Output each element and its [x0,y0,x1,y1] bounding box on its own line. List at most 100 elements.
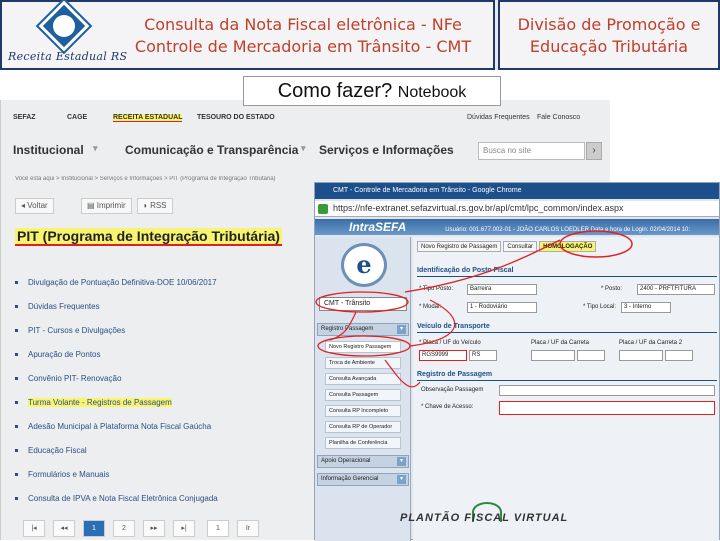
slide-header: Receita Estadual RS Consulta da Nota Fis… [0,0,720,70]
how-to-sub: Notebook [397,84,467,101]
menu-header-informacao[interactable]: Informação Gerencial ▾ [317,473,409,486]
section-veiculo: Veículo de Transporte [417,323,717,333]
logo-text: Receita Estadual RS [8,50,128,63]
list-item[interactable]: Dúvidas Frequentes [15,302,100,316]
menu-header-registro[interactable]: Registro Passagem ▾ [317,323,409,336]
list-item[interactable]: Educação Fiscal [15,446,87,460]
obs-input[interactable] [499,385,715,396]
lock-icon [318,204,328,214]
division-title: Divisão de Promoção e Educação Tributári… [500,14,718,58]
posto-label: * Posto: [601,286,623,292]
modal-select[interactable]: 1 - Rodoviário [467,302,537,313]
topnav-fale-conosco[interactable]: Fale Conosco [537,114,580,121]
list-item-turma-volante[interactable]: Turma Volante - Registros de Passagem [15,398,172,412]
plantao-fiscal-footer: PLANTÃO FISCAL VIRTUAL [400,502,585,536]
next-page-button[interactable]: ▸▸ [143,520,165,537]
list-item[interactable]: Divulgação de Pontuação Definitiva-DOE 1… [15,278,217,292]
nav-servicos[interactable]: Serviços e Informações [319,143,454,157]
list-item[interactable]: Consulta de IPVA e Nota Fiscal Eletrônic… [15,494,218,508]
posto-select[interactable]: 2400 - PRFTFITURA [637,284,715,295]
form-area: Novo Registro de Passagem Consultar HOMOLO… [413,237,719,541]
page-title: PIT (Programa de Integração Tributária) [15,228,282,246]
menu-item-consulta-passagem[interactable]: Consulta Passagem [325,389,401,401]
go-button[interactable]: Ir [237,520,259,537]
how-to-text: Como fazer? [277,80,393,102]
tab-novo-registro[interactable]: Novo Registro de Passagem [417,241,502,252]
chave-acesso-input[interactable] [499,401,715,415]
menu-header-apoio[interactable]: Apoio Operacional ▾ [317,455,409,468]
placa-carreta-label: Placa / UF da Carreta [531,340,590,346]
slide-title: Consulta da Nota Fiscal eletrônica - NFe… [114,14,492,58]
address-bar[interactable]: https://nfe-extranet.sefazvirtual.rs.gov… [315,201,719,217]
print-button[interactable]: ▤ Imprimir [81,198,132,214]
placa-carreta2-label: Placa / UF da Carreta 2 [619,340,683,346]
obs-label: Observação Passagem [421,387,484,393]
page-2-button[interactable]: 2 [113,520,135,537]
header-right-box: Divisão de Promoção e Educação Tributári… [498,0,720,70]
session-info: Usuário: 001.677.002-01 - JOÃO CARLOS LO… [445,227,691,233]
how-to-box: Como fazer? Notebook [243,76,501,106]
intrasefa-brand: IntraSEFA [349,220,406,234]
back-button[interactable]: ◂ Voltar [15,198,54,214]
window-title: CMT - Controle de Mercadoria em Trânsito… [315,183,719,199]
uf-select[interactable]: RS [469,350,497,361]
header-left-box: Receita Estadual RS Consulta da Nota Fis… [0,0,495,70]
rss-button[interactable]: ◗ RSS [137,198,173,214]
page-number-input[interactable]: 1 [207,520,229,537]
list-item[interactable]: Formulários e Manuais [15,470,109,484]
placa-carreta-input[interactable] [531,350,575,361]
slide-title-line2: Controle de Mercadoria em Trânsito - CMT [134,37,472,56]
uf-carreta-select[interactable] [577,350,605,361]
page-1-button[interactable]: 1 [83,520,105,537]
nav-comunicacao[interactable]: Comunicação e Transparência [125,143,298,157]
division-title-line2: Educação Tributária [529,37,689,56]
menu-item-novo-registro[interactable]: Novo Registro Passagem [325,341,401,353]
receita-estadual-logo: Receita Estadual RS [8,0,127,68]
tipo-posto-select[interactable]: Barreira [467,284,537,295]
division-title-line1: Divisão de Promoção e [517,15,701,34]
logo-diamond-icon [35,0,93,55]
topnav-duvidas[interactable]: Dúvidas Frequentes [467,114,530,121]
menu-item-rp-operador[interactable]: Consulta RP de Operador [325,421,401,433]
tipo-posto-label: * Tipo Posto: [419,286,454,292]
search-button[interactable]: › [586,142,602,160]
first-page-button[interactable]: |◂ [23,520,45,537]
list-item[interactable]: Convênio PIT- Renovação [15,374,121,388]
tipo-local-label: * Tipo Local: [583,304,617,310]
tipo-local-select[interactable]: 3 - Interno [621,302,671,313]
section-posto-fiscal: Identificação do Posto Fiscal [417,267,717,277]
search-input[interactable]: Busca no site [478,142,585,160]
left-menu-panel: e CMT - Trânsito Registro Passagem ▾ Novo… [315,237,411,541]
list-item[interactable]: Apuração de Pontos [15,350,101,364]
topnav-sefaz[interactable]: SEFAZ [13,114,36,121]
prev-page-button[interactable]: ◂◂ [53,520,75,537]
homologacao-badge: HOMOLOGAÇÃO [539,241,597,252]
topnav-tesouro[interactable]: TESOURO DO ESTADO [197,114,275,121]
list-item[interactable]: Adesão Municipal à Plataforma Nota Fisca… [15,422,211,436]
url-text: https://nfe-extranet.sefazvirtual.rs.gov… [333,203,624,213]
menu-item-consulta-avancada[interactable]: Consulta Avançada [325,373,401,385]
form-tabs: Novo Registro de Passagem Consultar HOMOLO… [417,241,598,252]
menu-item-planilha[interactable]: Planilha de Conferência [325,437,401,449]
system-select[interactable]: CMT - Trânsito [319,297,407,311]
list-item[interactable]: PIT - Cursos e Divulgações [15,326,125,340]
menu-item-rp-incompleto[interactable]: Consulta RP Incompleto [325,405,401,417]
last-page-button[interactable]: ▸| [173,520,195,537]
placa-input[interactable]: RGS9999 [419,350,467,361]
slide-title-line1: Consulta da Nota Fiscal eletrônica - NFe [144,15,462,34]
chave-label: * Chave de Acesso: [421,404,474,410]
modal-label: * Modal: [419,304,442,310]
menu-item-troca-ambiente[interactable]: Troca de Ambiente [325,357,401,369]
uf-carreta2-select[interactable] [665,350,693,361]
nfe-logo-icon: e [341,243,387,287]
topnav-receita-estadual[interactable]: RECEITA ESTADUAL [113,114,183,122]
chevron-down-icon: ▾ [397,475,406,484]
tab-consultar[interactable]: Consultar [503,241,538,252]
topnav-cage[interactable]: CAGE [67,114,87,121]
chevron-down-icon: ▾ [397,325,406,334]
cmt-browser-window: CMT - Controle de Mercadoria em Trânsito… [314,182,720,541]
nav-institucional[interactable]: Institucional [13,143,84,157]
placa-label: * Placa / UF do Veículo [419,340,481,346]
placa-carreta2-input[interactable] [619,350,663,361]
chevron-down-icon: ▾ [397,457,406,466]
